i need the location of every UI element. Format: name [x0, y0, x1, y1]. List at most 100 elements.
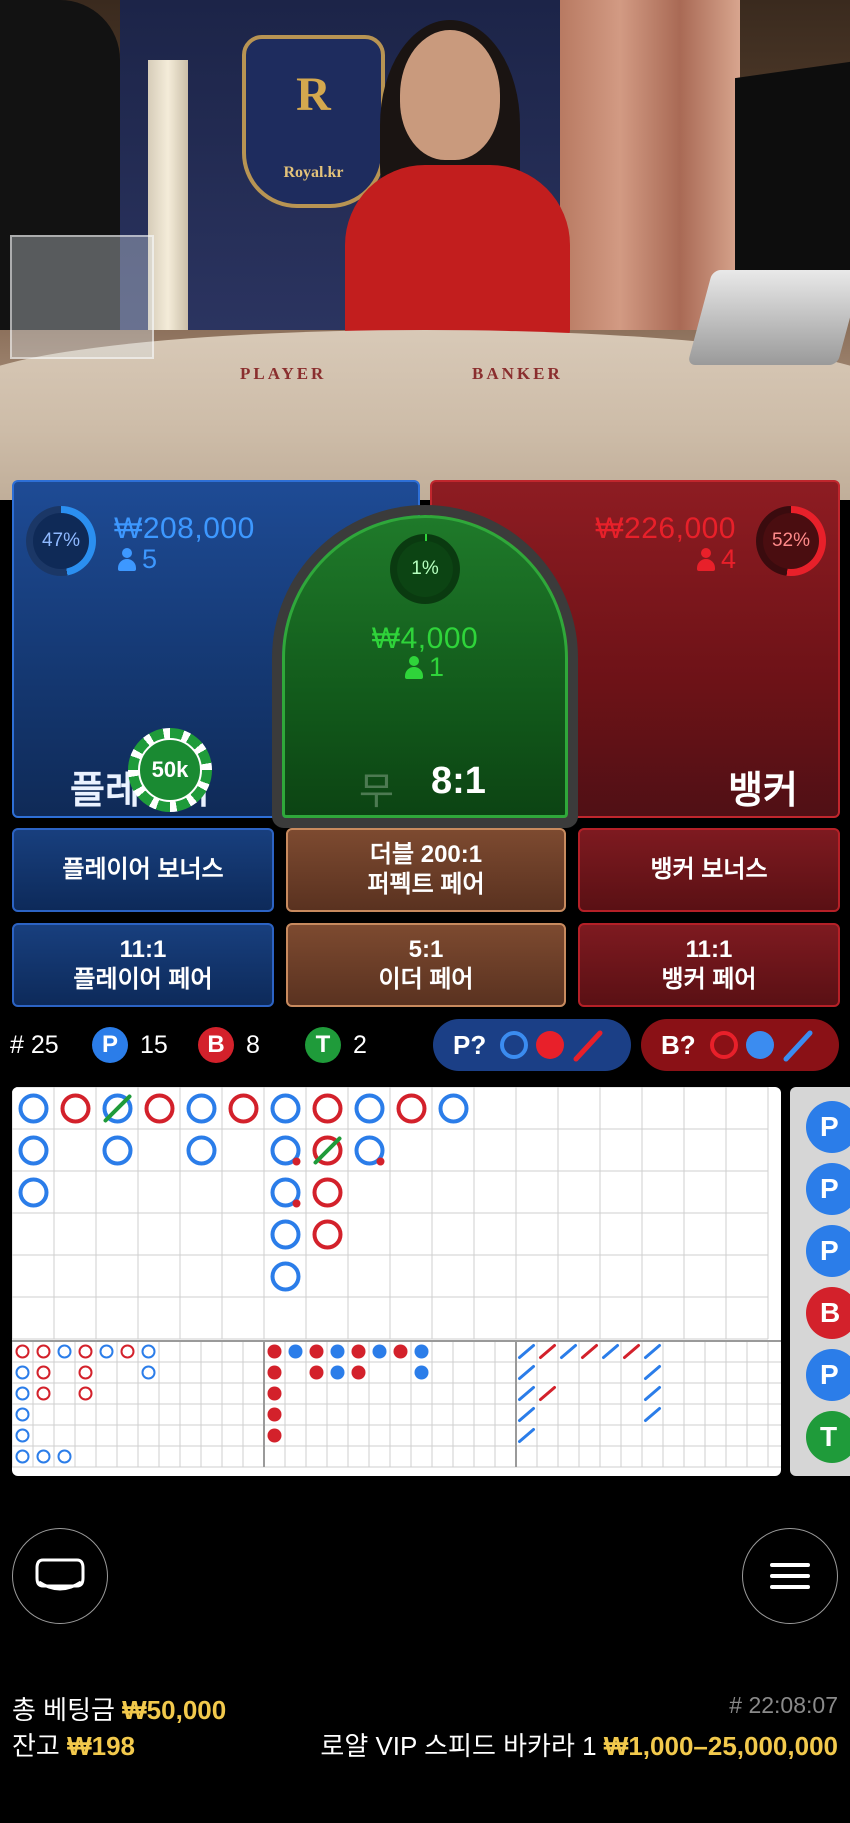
tie-label: 무 — [359, 771, 394, 813]
bet-limits: ₩1,000–25,000,000 — [603, 1731, 838, 1761]
player-badge: P — [92, 1027, 128, 1063]
big-road-mark — [438, 1093, 469, 1124]
cockroach-mark — [518, 1386, 535, 1401]
big-road-mark — [270, 1093, 301, 1124]
small-road-mark — [414, 1344, 429, 1359]
player-bettors: 5 — [118, 544, 157, 575]
tie-wins: T 2 — [305, 1020, 367, 1070]
big-eye-mark — [15, 1365, 30, 1380]
table-info: 로얄 VIP 스피드 바카라 1 ₩1,000–25,000,000 — [320, 1726, 838, 1763]
big-road-mark — [270, 1219, 301, 1250]
big-road-mark — [270, 1261, 301, 1292]
perfect-pair-bet[interactable]: 더블 200:1 퍼펙트 페어 — [286, 828, 566, 912]
bead-road-peek[interactable]: PPPBPT — [790, 1087, 850, 1476]
big-road-mark — [186, 1093, 217, 1124]
big-eye-mark — [15, 1449, 30, 1464]
cockroach-mark — [644, 1386, 661, 1401]
big-eye-mark — [78, 1344, 93, 1359]
small-road-mark — [414, 1365, 429, 1380]
banker-badge: B — [198, 1027, 234, 1063]
tie-win-count: 2 — [353, 1030, 367, 1059]
person-icon — [696, 547, 715, 572]
banker-bonus-bet[interactable]: 뱅커 보너스 — [578, 828, 840, 912]
small-road-mark — [267, 1365, 282, 1380]
chat-button[interactable] — [12, 1528, 108, 1624]
banker-pair-odds: 11:1 — [685, 936, 733, 963]
cockroach-mark — [539, 1386, 556, 1401]
small-road-mark — [309, 1344, 324, 1359]
table-banker-label: BANKER — [472, 364, 563, 383]
big-eye-mark — [141, 1344, 156, 1359]
big-eye-mark — [36, 1449, 51, 1464]
cockroach-mark — [623, 1344, 640, 1359]
ask-player-button[interactable]: P? — [433, 1019, 631, 1071]
ask-banker-button[interactable]: B? — [641, 1019, 839, 1071]
big-road-mark — [312, 1219, 343, 1250]
player-wins: P 15 — [92, 1020, 168, 1070]
tie-amount: ₩4,000 — [371, 622, 479, 655]
big-eye-mark — [15, 1428, 30, 1443]
hamburger-icon — [770, 1556, 810, 1596]
pillar — [148, 60, 188, 330]
player-pair-bet[interactable]: 11:1 플레이어 페어 — [12, 923, 274, 1007]
either-pair-bet[interactable]: 5:1 이더 페어 — [286, 923, 566, 1007]
cockroach-mark — [518, 1428, 535, 1443]
player-bonus-label: 플레이어 보너스 — [62, 856, 224, 883]
small-road-mark — [351, 1344, 366, 1359]
ask-banker-prediction-icons — [709, 1030, 813, 1062]
total-bet: 총 베팅금 ₩50,000 — [12, 1690, 226, 1727]
menu-button[interactable] — [742, 1528, 838, 1624]
small-road-mark — [267, 1428, 282, 1443]
live-video-feed: R Royal.kr PLAYER BANKER — [0, 0, 850, 500]
big-road-mark — [18, 1135, 49, 1166]
ask-player-label: P? — [453, 1029, 487, 1060]
banker-pair-bet[interactable]: 11:1 뱅커 페어 — [578, 923, 840, 1007]
big-road-mark — [396, 1093, 427, 1124]
either-pair-odds: 5:1 — [408, 936, 444, 963]
small-road-mark — [393, 1344, 408, 1359]
total-bet-value: ₩50,000 — [122, 1695, 227, 1725]
big-road-mark — [354, 1093, 385, 1124]
scoreboard-roadmap[interactable] — [12, 1087, 781, 1476]
small-road-mark — [267, 1407, 282, 1422]
big-road-mark — [312, 1093, 343, 1124]
banker-bettors: 4 — [696, 544, 736, 575]
player-bonus-bet[interactable]: 플레이어 보너스 — [12, 828, 274, 912]
banker-win-count: 8 — [246, 1030, 260, 1059]
banker-wins: B 8 — [198, 1020, 260, 1070]
selected-chip[interactable]: 50k — [128, 728, 212, 812]
small-road-mark — [330, 1365, 345, 1380]
cockroach-mark — [518, 1407, 535, 1422]
tie-percent: 1% — [397, 541, 453, 597]
ask-banker-label: B? — [661, 1029, 696, 1060]
cockroach-mark — [644, 1407, 661, 1422]
tie-odds: 8:1 — [431, 760, 486, 802]
balance-label: 잔고 — [12, 1731, 60, 1761]
small-road-mark — [288, 1344, 303, 1359]
cockroach-mark — [644, 1365, 661, 1380]
big-eye-mark — [57, 1449, 72, 1464]
big-eye-mark — [15, 1344, 30, 1359]
tie-bet-area[interactable]: 1% ₩4,000 1 무 8:1 — [282, 515, 568, 818]
person-icon — [405, 655, 423, 680]
dealer — [345, 165, 570, 340]
table-name: 로얄 VIP 스피드 바카라 1 — [320, 1731, 597, 1761]
small-road-mark — [267, 1344, 282, 1359]
big-road-mark — [18, 1093, 49, 1124]
big-eye-mark — [120, 1344, 135, 1359]
small-road-mark — [330, 1344, 345, 1359]
banker-percent: 52% — [763, 513, 819, 569]
balance-value: ₩198 — [67, 1731, 135, 1761]
big-eye-mark — [99, 1344, 114, 1359]
dealer-head — [400, 30, 500, 160]
cockroach-mark — [518, 1344, 535, 1359]
bead-road-item: P — [806, 1349, 850, 1401]
chat-bubble-icon — [35, 1558, 85, 1591]
round-count: # 25 — [10, 1030, 59, 1059]
big-road-mark — [18, 1177, 49, 1208]
big-road-mark — [144, 1093, 175, 1124]
pair-dot — [376, 1157, 385, 1166]
card-shoe — [687, 270, 850, 365]
pair-dot — [292, 1157, 301, 1166]
small-road-mark — [267, 1386, 282, 1401]
